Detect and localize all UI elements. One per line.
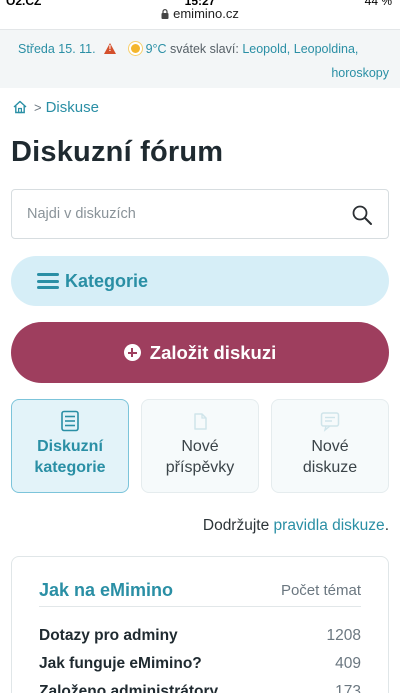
topic-count: 409 (335, 655, 361, 672)
create-discussion-button[interactable]: Založit diskuzi (11, 322, 389, 383)
category-card: Jak na eMimino Počet témat Dotazy pro ad… (11, 556, 389, 693)
menu-icon (37, 272, 59, 290)
tab-new-discussions[interactable]: Nové diskuze (271, 399, 389, 493)
topic-count: 173 (335, 683, 361, 693)
category-name: Založeno administrátory (39, 683, 219, 693)
search-box (11, 189, 389, 239)
sun-icon (130, 44, 140, 53)
tab-label-line1: Nové (181, 438, 219, 455)
search-icon[interactable] (350, 203, 374, 227)
tab-label-line2: příspěvky (165, 459, 235, 476)
list-icon (61, 410, 79, 432)
page-title: Diskuzní fórum (11, 136, 224, 168)
info-line: Středa 15. 11. 9°C svátek slaví: Leopold… (18, 42, 358, 56)
nameday-names[interactable]: Leopold, Leopoldina, (242, 42, 358, 56)
breadcrumb: > Diskuse (12, 98, 99, 116)
chevron-right-icon: > (34, 99, 42, 115)
tab-label-line2: kategorie (34, 459, 106, 476)
chat-icon (320, 412, 340, 432)
category-name: Jak funguje eMimino? (39, 655, 202, 672)
list-item[interactable]: Jak funguje eMimino? 409 (39, 655, 361, 677)
tab-discussion-categories[interactable]: Diskuzní kategorie (11, 399, 129, 493)
rules-notice: Dodržujte pravidla diskuze. (203, 517, 389, 535)
plus-circle-icon (123, 344, 141, 361)
tab-new-posts[interactable]: Nové příspěvky (141, 399, 259, 493)
date-link[interactable]: Středa 15. 11. (18, 42, 96, 56)
tab-label-line1: Nové (311, 438, 349, 455)
address-bar[interactable]: emimino.cz (0, 6, 400, 28)
list-item[interactable]: Založeno administrátory 173 (39, 683, 361, 693)
divider (39, 606, 361, 607)
topic-count: 1208 (326, 627, 361, 644)
rules-suffix: . (384, 517, 389, 534)
rules-prefix: Dodržujte (202, 517, 270, 534)
tab-label-line1: Diskuzní (37, 438, 103, 455)
temperature[interactable]: 9°C (146, 42, 167, 56)
breadcrumb-current[interactable]: Diskuse (46, 99, 99, 116)
warning-icon[interactable] (104, 43, 117, 54)
list-item[interactable]: Dotazy pro adminy 1208 (39, 627, 361, 649)
topic-count-label: Počet témat (280, 582, 361, 599)
url-text: emimino.cz (173, 6, 239, 21)
categories-button[interactable]: Kategorie (11, 256, 389, 306)
document-icon (194, 413, 207, 430)
category-name: Dotazy pro adminy (39, 627, 178, 644)
nameday-label: svátek slaví: (170, 42, 239, 56)
lock-icon (161, 9, 169, 19)
search-input[interactable] (27, 190, 337, 238)
categories-label: Kategorie (65, 270, 149, 291)
card-heading[interactable]: Jak na eMimino (39, 580, 173, 601)
create-discussion-label: Založit diskuzi (149, 341, 277, 363)
info-bar: Středa 15. 11. 9°C svátek slaví: Leopold… (0, 30, 400, 88)
tab-label-line2: diskuze (302, 459, 358, 476)
home-icon[interactable] (12, 99, 28, 115)
rules-link[interactable]: pravidla diskuze (274, 517, 385, 534)
horoscope-link[interactable]: horoskopy (331, 66, 389, 80)
